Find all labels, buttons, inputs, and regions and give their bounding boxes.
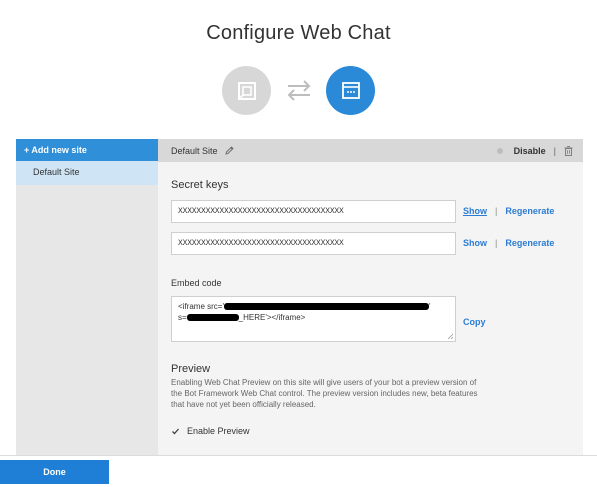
redacted-block [186,314,239,322]
site-header-actions: Disable | [496,139,573,162]
enable-preview-label: Enable Preview [187,426,250,436]
trash-icon[interactable] [564,145,573,156]
secret-key-1-actions: Show | Regenerate [463,206,554,216]
page-title: Configure Web Chat [206,22,391,44]
embed-code-line-2: s= _HERE'></iframe> [178,312,449,323]
web-chat-inactive-icon [222,66,271,115]
embed-line-2-end: _HERE'></iframe> [238,313,306,322]
disable-button[interactable]: Disable [514,146,546,156]
secret-key-field-2[interactable]: XXXXXXXXXXXXXXXXXXXXXXXXXXXXXXXXXXXX [171,232,456,255]
regenerate-key-1-link[interactable]: Regenerate [505,206,554,216]
embed-code-line-1: <iframe src=' ' [178,301,449,312]
copy-embed-code-link[interactable]: Copy [463,317,486,327]
action-separator: | [495,238,498,248]
swap-arrows-icon [287,80,311,101]
redacted-block [223,303,429,311]
footer-divider [0,455,597,456]
checkmark-icon[interactable] [171,427,180,436]
embed-line-1-start: <iframe src=' [178,302,224,311]
add-new-site-button[interactable]: + Add new site [16,139,158,161]
site-header: Default Site Disable | [158,139,583,162]
regenerate-key-2-link[interactable]: Regenerate [505,238,554,248]
resize-grip-icon[interactable] [447,333,454,340]
show-key-2-link[interactable]: Show [463,238,487,248]
header-separator: | [553,145,556,156]
action-separator: | [495,206,498,216]
sidebar-item-default-site[interactable]: Default Site [16,161,158,185]
secret-key-field-1[interactable]: XXXXXXXXXXXXXXXXXXXXXXXXXXXXXXXXXXXX [171,200,456,223]
embed-line-1-end: ' [428,302,431,311]
preview-description: Enabling Web Chat Preview on this site w… [171,378,478,409]
configure-web-chat-page: Configure Web Chat + Add new site Defaul… [0,0,597,487]
web-chat-active-icon [326,66,375,115]
embed-code-textarea[interactable]: <iframe src=' ' s= _HERE'></iframe> [171,296,456,342]
site-name: Default Site [171,145,218,156]
secret-key-2-actions: Show | Regenerate [463,238,554,248]
toggle-dot-icon [496,147,503,154]
enable-preview-row[interactable]: Enable Preview [171,426,250,436]
done-button[interactable]: Done [0,460,109,484]
embed-line-2-start: s= [178,313,187,322]
show-key-1-link[interactable]: Show [463,206,487,216]
sites-sidebar: + Add new site Default Site [16,139,158,455]
pencil-icon[interactable] [224,145,235,156]
embed-code-heading: Embed code [171,278,222,288]
site-details: Default Site Disable | Secret keys XXXXX… [158,139,583,455]
web-chat-config-panel: + Add new site Default Site Default Site… [16,139,583,455]
secret-keys-heading: Secret keys [171,179,229,191]
preview-heading: Preview [171,363,211,375]
